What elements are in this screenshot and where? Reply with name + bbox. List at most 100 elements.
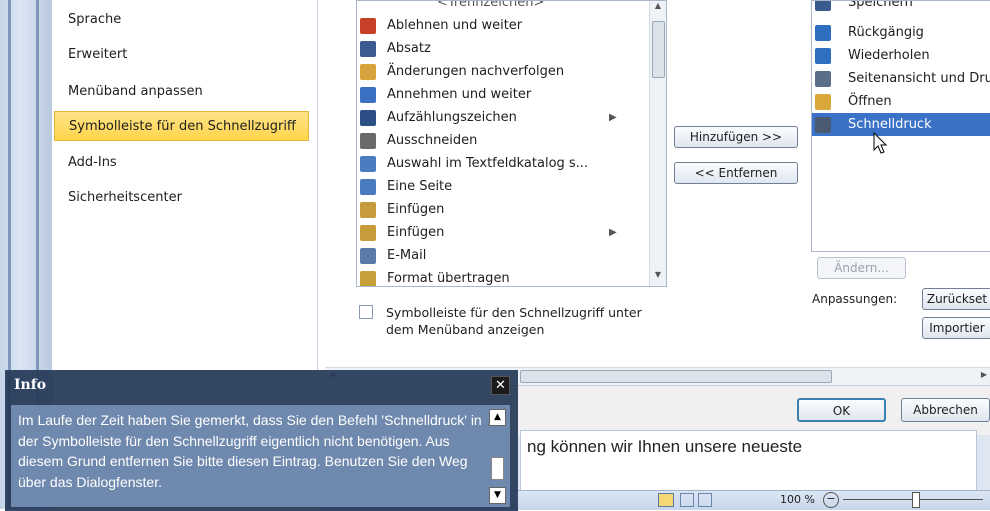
- cut-icon: [360, 133, 376, 149]
- list-item-label: Eine Seite: [387, 179, 453, 194]
- web-layout-view-icon[interactable]: [698, 493, 712, 507]
- redo-icon: [815, 48, 831, 64]
- scroll-down-icon[interactable]: ▼: [650, 270, 666, 284]
- list-item-label: Aufzählungszeichen: [387, 110, 517, 125]
- track-changes-icon: [360, 64, 376, 80]
- list-item-label: Absatz: [387, 41, 431, 56]
- accept-icon: [360, 87, 376, 103]
- document-text: ng können wir Ihnen unsere neueste: [527, 437, 803, 456]
- list-item-label: <Trennzeichen>: [437, 0, 545, 10]
- nav-item-sprache[interactable]: Sprache: [54, 5, 309, 35]
- undo-icon: [815, 25, 831, 41]
- quick-print-icon: [815, 117, 831, 133]
- submenu-arrow-icon: ▶: [609, 112, 617, 123]
- submenu-arrow-icon: ▶: [609, 227, 617, 238]
- ok-button[interactable]: OK: [797, 398, 886, 422]
- scroll-up-icon[interactable]: ▲: [489, 409, 506, 426]
- format-painter-icon: [360, 271, 376, 286]
- list-item-label: E-Mail: [387, 248, 427, 263]
- save-icon: [815, 1, 831, 11]
- paste-icon: [360, 202, 376, 218]
- list-item[interactable]: Wiederholen: [812, 44, 990, 67]
- list-item[interactable]: Format übertragen: [357, 267, 666, 286]
- list-item[interactable]: <Trennzeichen>: [357, 0, 666, 14]
- email-icon: [360, 248, 376, 264]
- list-item[interactable]: E-Mail: [357, 244, 666, 267]
- list-item[interactable]: Absatz: [357, 37, 666, 60]
- list-item-label: Annehmen und weiter: [387, 87, 532, 102]
- list-item-label: Seitenansicht und Dru: [848, 71, 990, 86]
- checkbox-label-line: Symbolleiste für den Schnellzugriff unte…: [386, 305, 642, 320]
- list-item-label: Ablehnen und weiter: [387, 18, 523, 33]
- info-scroll-thumb[interactable]: [491, 457, 504, 480]
- commands-scrollbar[interactable]: ▲ ▼: [649, 1, 666, 286]
- list-item-label: Auswahl im Textfeldkatalog s...: [387, 156, 589, 171]
- mouse-cursor-icon: [873, 132, 888, 154]
- open-folder-icon: [815, 94, 831, 110]
- list-item-label: Rückgängig: [848, 25, 924, 40]
- list-item[interactable]: Annehmen und weiter: [357, 83, 666, 106]
- commands-list[interactable]: <Trennzeichen> Ablehnen und weiter Absatz…: [356, 0, 667, 287]
- info-popup: Info ✕ Im Laufe der Zeit haben Sie gemer…: [5, 370, 518, 511]
- list-item[interactable]: Speichern: [812, 0, 990, 14]
- scroll-thumb[interactable]: [652, 21, 665, 78]
- options-navigation: Sprache Erweitert Menüband anpassen Symb…: [52, 0, 318, 375]
- list-item-label: Öffnen: [848, 94, 892, 109]
- import-button[interactable]: Importier: [922, 317, 990, 339]
- list-item[interactable]: Änderungen nachverfolgen: [357, 60, 666, 83]
- list-item[interactable]: Ausschneiden: [357, 129, 666, 152]
- show-below-ribbon-checkbox[interactable]: [359, 305, 373, 319]
- list-item[interactable]: Öffnen: [812, 90, 990, 113]
- zoom-out-icon[interactable]: −: [823, 492, 839, 508]
- list-item-label: Ausschneiden: [387, 133, 478, 148]
- list-item[interactable]: Schnelldruck: [812, 113, 990, 136]
- list-item[interactable]: Rückgängig: [812, 21, 990, 44]
- list-item-label: Einfügen: [387, 225, 445, 240]
- list-item-label: Wiederholen: [848, 48, 930, 63]
- zoom-slider-thumb[interactable]: [912, 492, 920, 508]
- list-item[interactable]: Seitenansicht und Dru: [812, 67, 990, 90]
- qat-list[interactable]: Speichern Rückgängig Wiederholen Seitenans…: [811, 0, 990, 252]
- checkbox-label-line: dem Menüband anzeigen: [386, 322, 545, 337]
- list-item[interactable]: Einfügen: [357, 198, 666, 221]
- remove-button[interactable]: << Entfernen: [674, 162, 798, 184]
- list-item[interactable]: Ablehnen und weiter: [357, 14, 666, 37]
- hscroll-thumb[interactable]: [520, 370, 832, 383]
- customizations-label: Anpassungen:: [812, 292, 898, 306]
- options-main: <Trennzeichen> Ablehnen und weiter Absatz…: [318, 0, 990, 375]
- modify-button[interactable]: Ändern...: [817, 257, 906, 279]
- bullets-icon: [360, 110, 376, 126]
- info-title: Info: [14, 377, 47, 393]
- nav-item-menueband-anpassen[interactable]: Menüband anpassen: [54, 77, 309, 107]
- one-page-icon: [360, 179, 376, 195]
- list-item-label: Format übertragen: [387, 271, 510, 286]
- scroll-right-icon[interactable]: ▶: [981, 370, 987, 379]
- textbox-icon: [360, 156, 376, 172]
- document-page: ng können wir Ihnen unsere neueste: [520, 430, 977, 492]
- reset-button[interactable]: Zurückset: [922, 288, 990, 310]
- list-item-label: Schnelldruck: [848, 117, 932, 132]
- nav-item-erweitert[interactable]: Erweitert: [54, 40, 309, 70]
- scroll-down-icon[interactable]: ▼: [489, 487, 506, 504]
- info-scrollbar[interactable]: ▲ ▼: [489, 409, 506, 504]
- list-item[interactable]: Eine Seite: [357, 175, 666, 198]
- paste-icon: [360, 225, 376, 241]
- info-body: Im Laufe der Zeit haben Sie gemerkt, das…: [11, 405, 510, 507]
- close-icon[interactable]: ✕: [491, 376, 510, 395]
- list-item-label: Einfügen: [387, 202, 445, 217]
- info-text: Im Laufe der Zeit haben Sie gemerkt, das…: [18, 412, 482, 490]
- cancel-button[interactable]: Abbrechen: [901, 398, 990, 422]
- paragraph-icon: [360, 41, 376, 57]
- list-item[interactable]: Einfügen ▶: [357, 221, 666, 244]
- add-button[interactable]: Hinzufügen >>: [674, 126, 798, 148]
- zoom-level[interactable]: 100 %: [780, 493, 815, 506]
- nav-item-add-ins[interactable]: Add-Ins: [54, 148, 309, 178]
- scroll-up-icon[interactable]: ▲: [650, 1, 666, 15]
- list-item-label: Speichern: [848, 0, 913, 10]
- full-screen-view-icon[interactable]: [680, 493, 694, 507]
- nav-item-schnellzugriff[interactable]: Symbolleiste für den Schnellzugriff: [54, 111, 309, 141]
- nav-item-sicherheitscenter[interactable]: Sicherheitscenter: [54, 183, 309, 213]
- list-item[interactable]: Auswahl im Textfeldkatalog s...: [357, 152, 666, 175]
- list-item[interactable]: Aufzählungszeichen ▶: [357, 106, 666, 129]
- print-layout-view-icon[interactable]: [658, 493, 674, 507]
